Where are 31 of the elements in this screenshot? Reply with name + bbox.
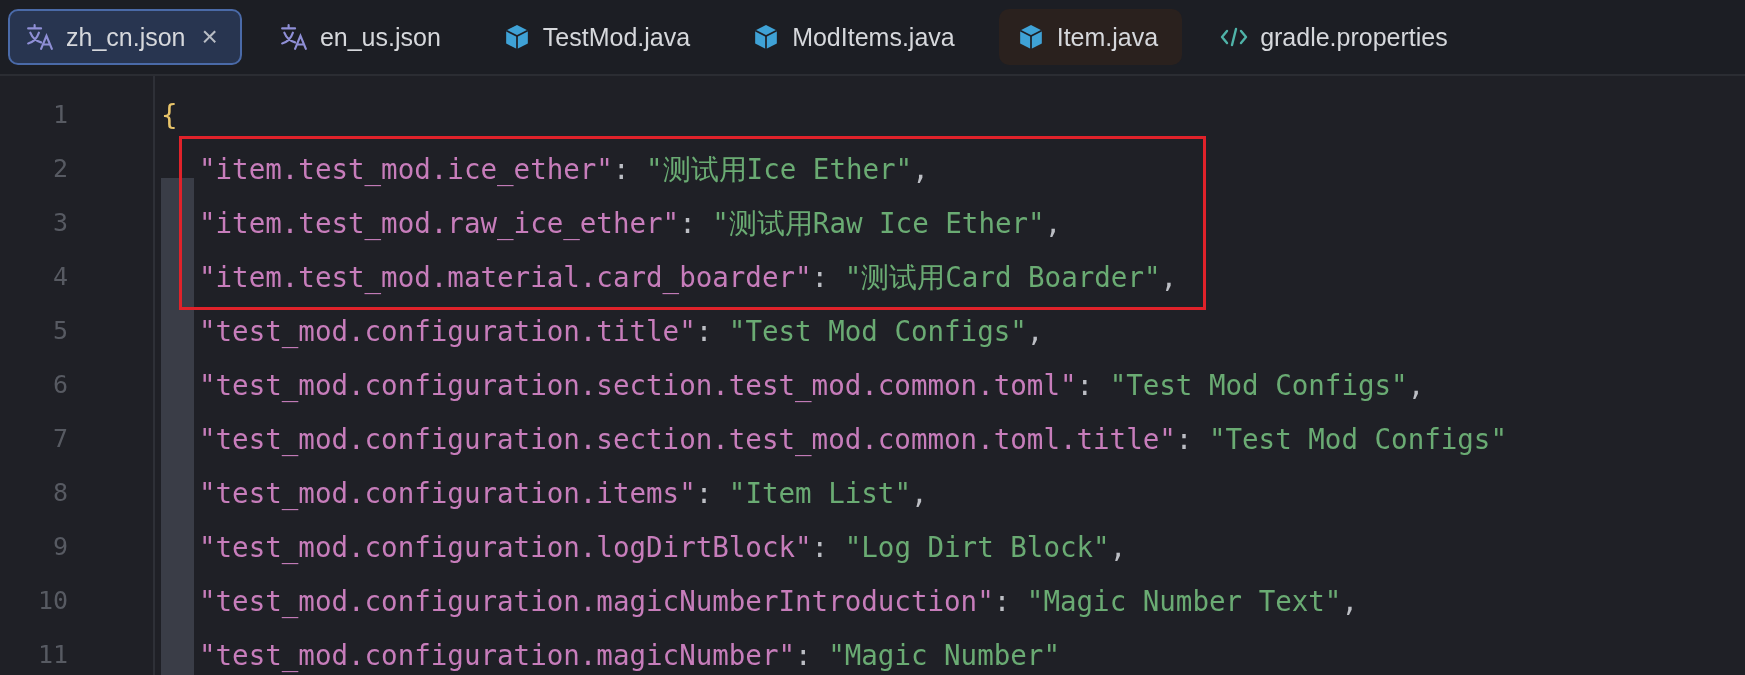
editor-tab[interactable]: Item.java xyxy=(998,9,1183,65)
code-line: "test_mod.configuration.section.test_mod.common.toml.title": "Test Mod Configs" xyxy=(199,423,1507,455)
code-line: "test_mod.configuration.magicNumber": "Magic Number" xyxy=(199,639,1060,671)
editor-tab[interactable]: zh_cn.json × xyxy=(8,9,242,65)
code-line: "item.test_mod.raw_ice_ether": "测试用Raw Ice Ether", xyxy=(199,207,1062,239)
line-number: 4 xyxy=(51,261,68,293)
line-number: 10 xyxy=(36,585,68,617)
close-icon[interactable]: × xyxy=(201,21,218,53)
editor-tab[interactable]: en_us.json xyxy=(261,9,465,65)
code-line: "item.test_mod.material.card_boarder": "测试用Card Boarder", xyxy=(199,261,1178,293)
editor-tab[interactable]: ModItems.java xyxy=(734,9,979,65)
line-number: 8 xyxy=(51,477,68,509)
line-number: 5 xyxy=(51,315,68,347)
line-number: 6 xyxy=(51,369,68,401)
translate-icon xyxy=(279,24,308,50)
code-line: "test_mod.configuration.items": "Item List", xyxy=(199,477,928,509)
editor-tab[interactable]: TestMod.java xyxy=(484,9,715,65)
line-number: 9 xyxy=(51,531,68,563)
line-number: 3 xyxy=(51,207,68,239)
translate-icon xyxy=(26,24,54,50)
line-number: 7 xyxy=(51,423,68,455)
code-line: "test_mod.configuration.title": "Test Mod Configs", xyxy=(199,315,1044,347)
code-line: "test_mod.configuration.section.test_mod.common.toml": "Test Mod Configs", xyxy=(199,369,1425,401)
code-line: "test_mod.configuration.magicNumberIntroduction": "Magic Number Text", xyxy=(199,585,1358,617)
line-number: 2 xyxy=(51,153,68,185)
line-number: 11 xyxy=(36,639,68,671)
line-number: 1 xyxy=(51,99,68,131)
code-line: { xyxy=(161,99,178,131)
code-line: "item.test_mod.ice_ether": "测试用Ice Ether", xyxy=(199,153,929,185)
editor-tab[interactable]: gradle.properties xyxy=(1202,9,1472,65)
code-line: "test_mod.configuration.logDirtBlock": "Log Dirt Block", xyxy=(199,531,1127,563)
